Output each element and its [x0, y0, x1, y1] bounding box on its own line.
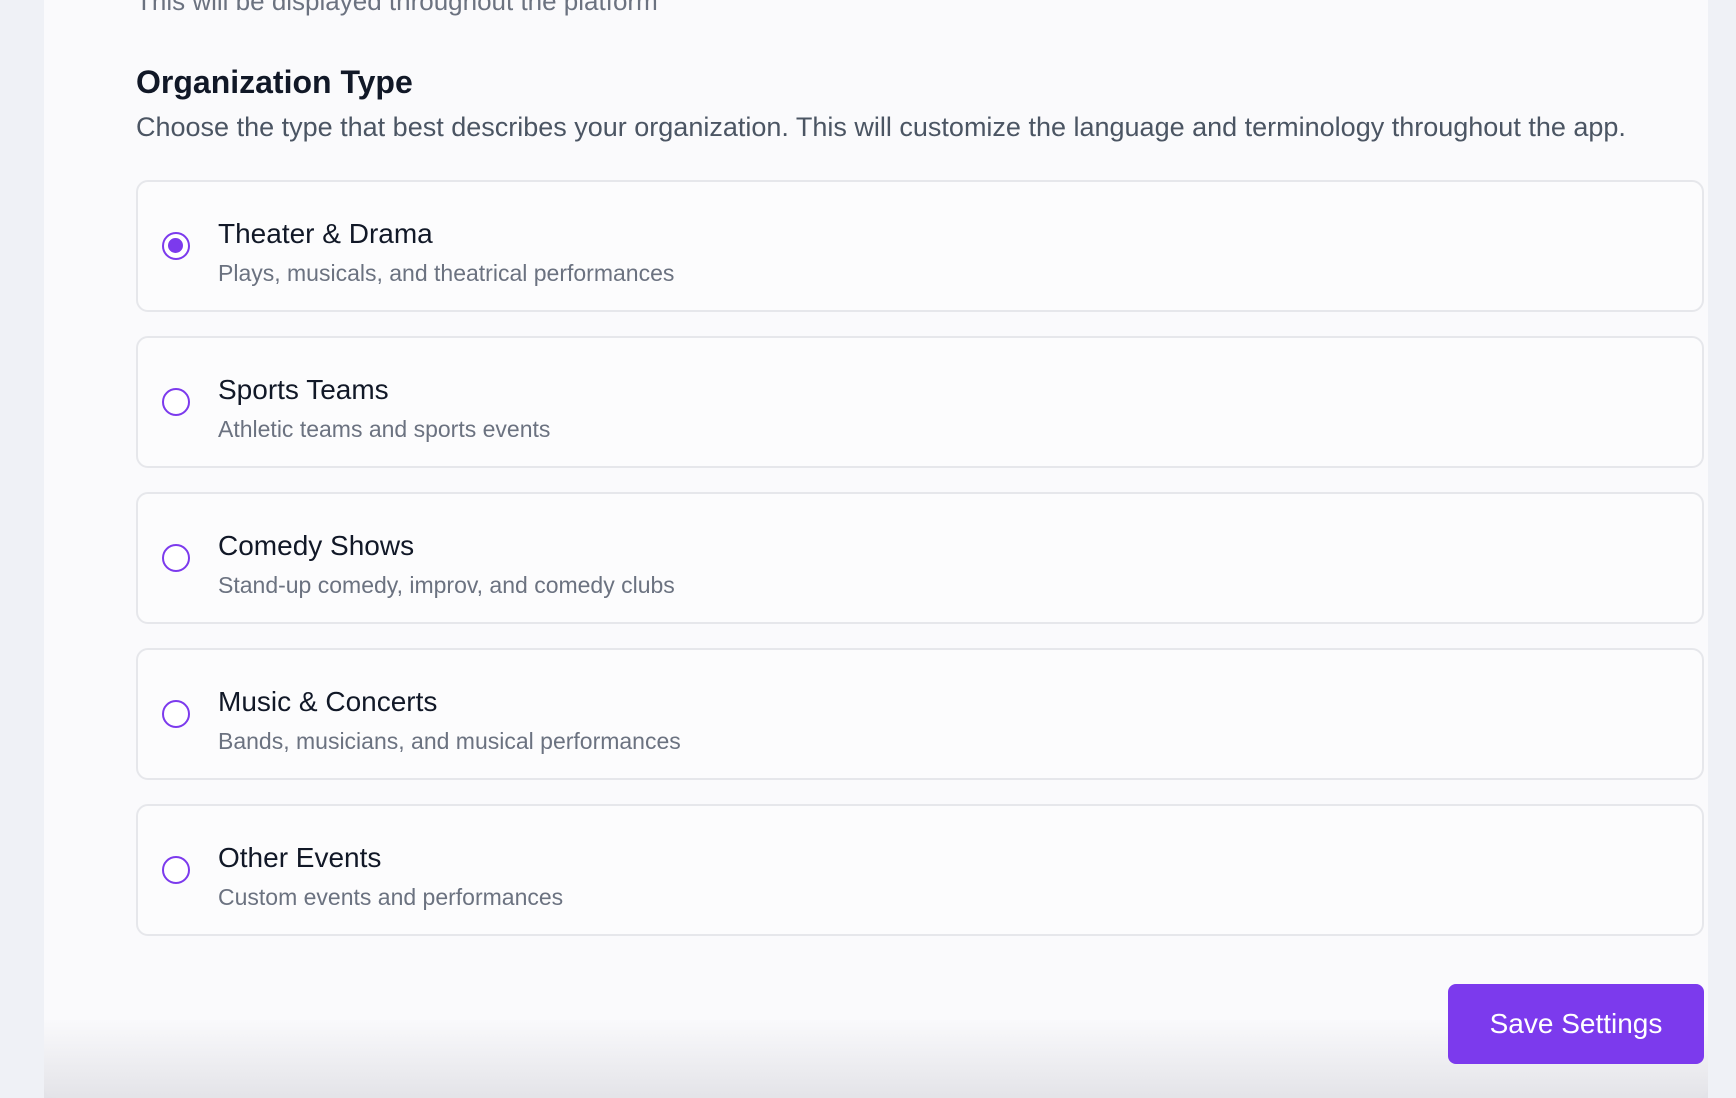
radio-unselected-icon[interactable]	[162, 700, 190, 728]
option-label: Comedy Shows	[218, 530, 415, 561]
settings-card: This will be displayed throughout the pl…	[44, 0, 1708, 1098]
section-description: Choose the type that best describes your…	[136, 112, 1626, 142]
option-label: Theater & Drama	[218, 218, 433, 249]
option-label: Sports Teams	[218, 374, 389, 405]
option-theater-drama[interactable]: Theater & Drama Plays, musicals, and the…	[136, 180, 1704, 312]
option-comedy-shows[interactable]: Comedy Shows Stand-up comedy, improv, an…	[136, 492, 1704, 624]
field-help-text: This will be displayed throughout the pl…	[136, 0, 658, 16]
radio-unselected-icon[interactable]	[162, 544, 190, 572]
option-music-concerts[interactable]: Music & Concerts Bands, musicians, and m…	[136, 648, 1704, 780]
option-description: Bands, musicians, and musical performanc…	[218, 728, 681, 754]
save-settings-button[interactable]: Save Settings	[1448, 984, 1704, 1064]
radio-unselected-icon[interactable]	[162, 856, 190, 884]
option-description: Athletic teams and sports events	[218, 416, 551, 442]
radio-unselected-icon[interactable]	[162, 388, 190, 416]
radio-selected-icon[interactable]	[162, 232, 190, 260]
option-sports-teams[interactable]: Sports Teams Athletic teams and sports e…	[136, 336, 1704, 468]
organization-type-radio-group: Theater & Drama Plays, musicals, and the…	[136, 180, 1704, 960]
option-label: Other Events	[218, 842, 382, 873]
section-title: Organization Type	[136, 64, 413, 100]
option-description: Plays, musicals, and theatrical performa…	[218, 260, 675, 286]
option-description: Custom events and performances	[218, 884, 564, 910]
option-label: Music & Concerts	[218, 686, 438, 717]
option-other-events[interactable]: Other Events Custom events and performan…	[136, 804, 1704, 936]
option-description: Stand-up comedy, improv, and comedy club…	[218, 572, 675, 598]
